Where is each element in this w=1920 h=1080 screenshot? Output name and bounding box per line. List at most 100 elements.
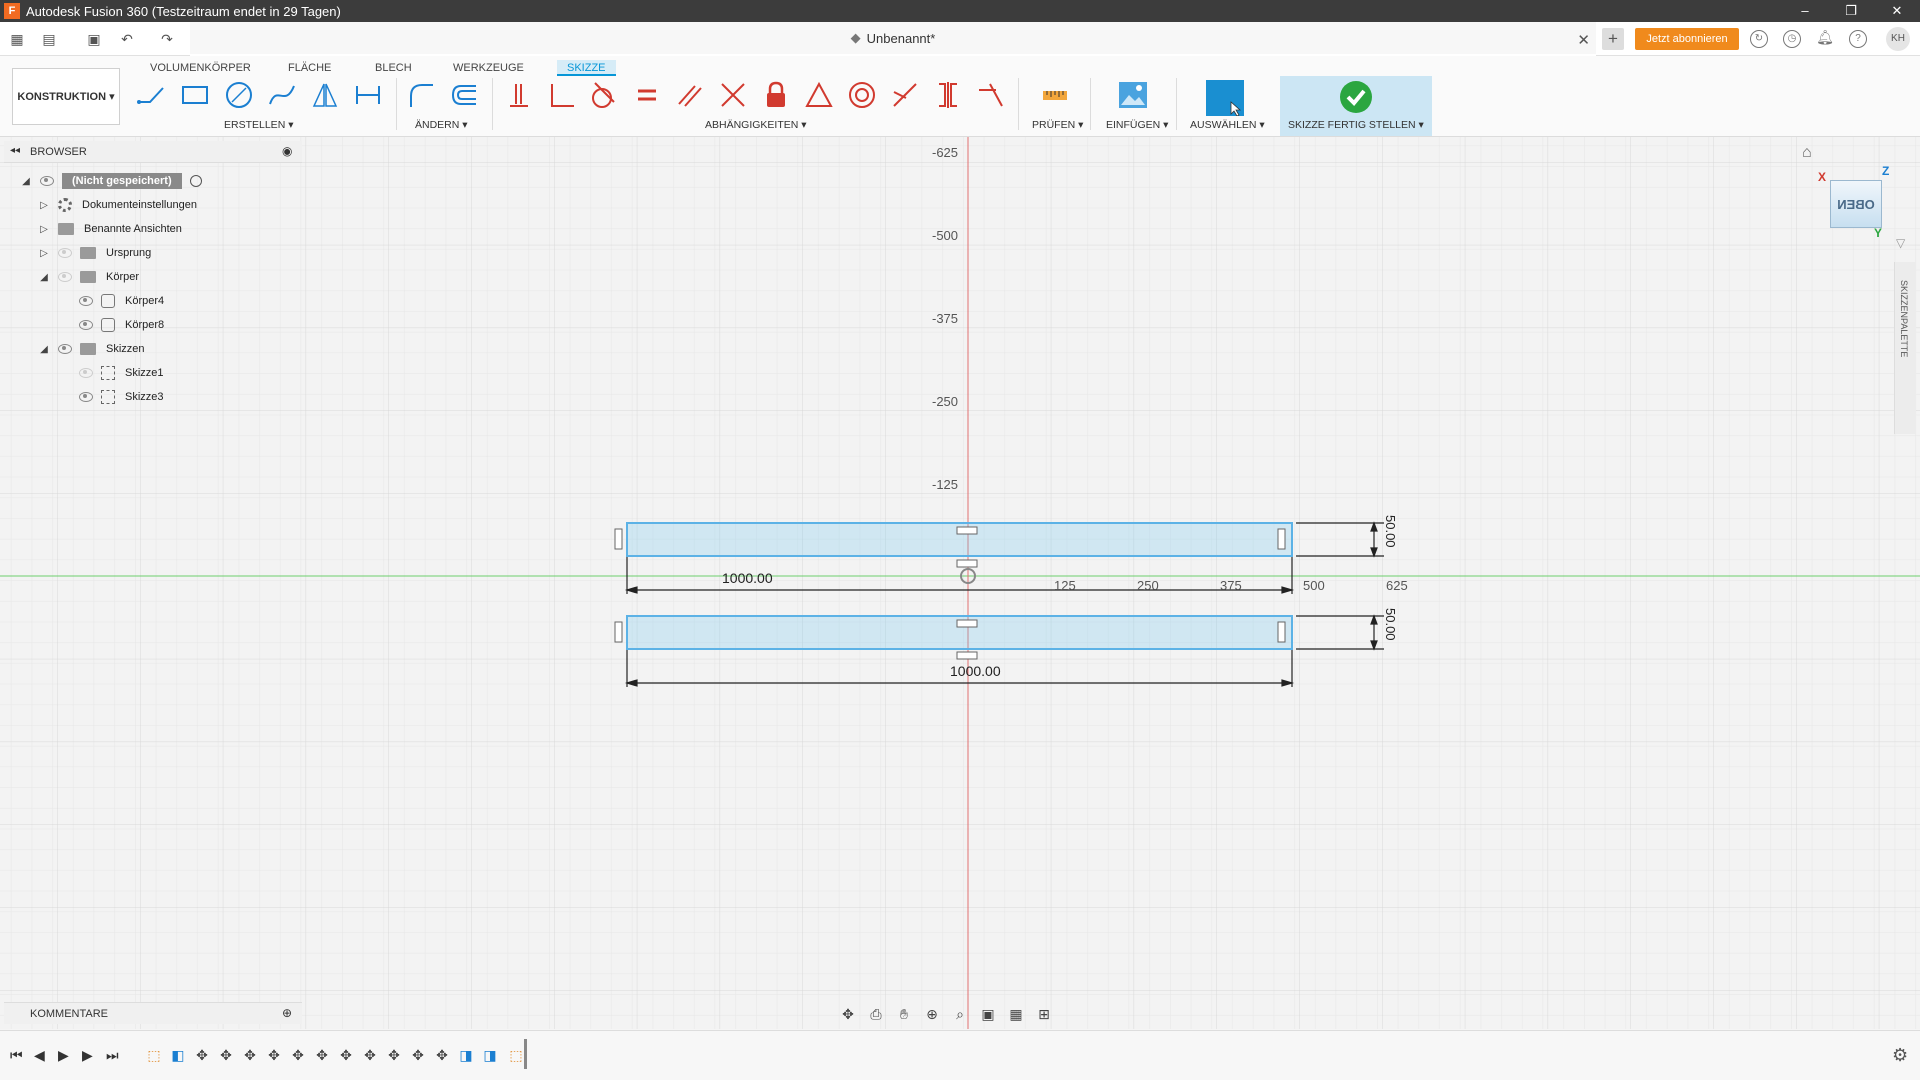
visibility-icon[interactable]	[79, 320, 93, 330]
tab-sheet-metal[interactable]: BLECH	[375, 60, 412, 76]
minimize-button[interactable]: –	[1782, 0, 1828, 22]
restore-button[interactable]: ❐	[1828, 0, 1874, 22]
fillet-tool[interactable]	[404, 78, 438, 112]
dimension-label-height-bottom[interactable]: 50.00	[1383, 608, 1398, 641]
spline-tool[interactable]	[265, 78, 299, 112]
midpoint-constraint[interactable]	[802, 78, 836, 112]
equal-constraint[interactable]	[630, 78, 664, 112]
dimension-tool[interactable]	[351, 78, 385, 112]
offset-tool[interactable]	[447, 78, 481, 112]
collapse-icon[interactable]: ◢	[38, 343, 50, 355]
undo-icon[interactable]: ↶	[118, 30, 136, 48]
workspace-switcher[interactable]: KONSTRUKTION ▾	[12, 68, 120, 125]
visibility-icon[interactable]	[40, 176, 54, 186]
perpendicular-constraint[interactable]	[716, 78, 750, 112]
tree-item-named-views[interactable]: ▷ Benannte Ansichten	[38, 218, 182, 240]
timeline-move-icon[interactable]: ✥	[193, 1046, 211, 1064]
parallel-constraint[interactable]	[673, 78, 707, 112]
extensions-icon[interactable]: ↻	[1750, 30, 1768, 48]
horizontal-vertical-constraint[interactable]	[502, 78, 536, 112]
close-document-button[interactable]: ✕	[1577, 31, 1590, 49]
timeline-move-icon[interactable]: ✥	[241, 1046, 259, 1064]
inspect-group-label[interactable]: PRÜFEN ▾	[1032, 119, 1083, 131]
tree-item-sketch1[interactable]: Skizze1	[79, 362, 164, 384]
redo-icon[interactable]: ↷	[158, 30, 176, 48]
timeline-move-icon[interactable]: ✥	[409, 1046, 427, 1064]
grid-settings-icon[interactable]: ▦	[1004, 1003, 1028, 1025]
fit-icon[interactable]: ⌕	[948, 1003, 972, 1025]
tree-item-body4[interactable]: Körper4	[79, 290, 164, 312]
tree-item-bodies[interactable]: ◢ Körper	[38, 266, 139, 288]
user-avatar[interactable]: KH	[1886, 27, 1910, 51]
viewcube[interactable]: OBEN	[1830, 180, 1882, 228]
finish-sketch-button[interactable]: SKIZZE FERTIG STELLEN ▾	[1280, 76, 1432, 136]
coincident-constraint[interactable]	[545, 78, 579, 112]
create-group-label[interactable]: ERSTELLEN ▾	[224, 119, 293, 131]
measure-tool[interactable]	[1038, 78, 1072, 112]
timeline-combine-icon[interactable]: ◨	[457, 1046, 475, 1064]
modify-group-label[interactable]: ÄNDERN ▾	[415, 119, 468, 131]
curvature-constraint[interactable]	[974, 78, 1008, 112]
pan-icon[interactable]: ✋︎	[892, 1003, 916, 1025]
tab-surface[interactable]: FLÄCHE	[288, 60, 331, 76]
tab-sketch[interactable]: SKIZZE	[557, 60, 616, 76]
sketch-palette-collapsed[interactable]: SKIZZENPALETTE	[1894, 262, 1916, 434]
new-tab-button[interactable]: +	[1602, 28, 1624, 50]
activate-component-icon[interactable]	[189, 175, 202, 187]
go-to-end-icon[interactable]: ⏭	[106, 1047, 119, 1064]
timeline-move-icon[interactable]: ✥	[361, 1046, 379, 1064]
timeline-combine-icon[interactable]: ◨	[481, 1046, 499, 1064]
fix-constraint[interactable]	[759, 78, 793, 112]
timeline-move-icon[interactable]: ✥	[433, 1046, 451, 1064]
insert-group-label[interactable]: EINFÜGEN ▾	[1106, 119, 1168, 131]
tree-item-origin[interactable]: ▷ Ursprung	[38, 242, 151, 264]
tree-item-body8[interactable]: Körper8	[79, 314, 164, 336]
tree-item-document-settings[interactable]: ▷ Dokumenteinstellungen	[38, 194, 197, 216]
browser-options-icon[interactable]: ◉	[282, 144, 292, 158]
select-tool[interactable]	[1206, 80, 1244, 117]
constraints-group-label[interactable]: ABHÄNGIGKEITEN ▾	[705, 119, 807, 131]
symmetry-constraint[interactable]	[931, 78, 965, 112]
document-tab[interactable]: ◆ Unbenannt* ✕	[190, 22, 1596, 56]
timeline-move-icon[interactable]: ✥	[337, 1046, 355, 1064]
step-forward-icon[interactable]: ▶	[82, 1047, 93, 1064]
tab-solid[interactable]: VOLUMENKÖRPER	[150, 60, 251, 76]
line-tool[interactable]	[134, 78, 168, 112]
zoom-icon[interactable]: ⊕	[920, 1003, 944, 1025]
timeline-move-icon[interactable]: ✥	[313, 1046, 331, 1064]
timeline-marker[interactable]	[524, 1039, 527, 1069]
dimension-label-width-bottom[interactable]: 1000.00	[950, 663, 1001, 679]
collapse-icon[interactable]: ◢	[38, 271, 50, 283]
visibility-icon[interactable]	[58, 248, 72, 258]
visibility-icon[interactable]	[58, 344, 72, 354]
notifications-icon[interactable]: 🔔︎	[1816, 30, 1834, 48]
timeline-sketch-icon[interactable]: ⬚	[145, 1046, 163, 1064]
look-at-icon[interactable]: ⎙	[864, 1003, 888, 1025]
concentric-constraint[interactable]	[845, 78, 879, 112]
add-comment-icon[interactable]: ⊕	[282, 1006, 292, 1020]
file-menu-icon[interactable]: ▤	[40, 30, 58, 48]
tangent-constraint[interactable]	[585, 78, 619, 112]
timeline-extrude-icon[interactable]: ◧	[169, 1046, 187, 1064]
tree-root[interactable]: ◢ (Nicht gespeichert)	[20, 170, 202, 192]
visibility-icon[interactable]	[79, 296, 93, 306]
tree-item-sketch3[interactable]: Skizze3	[79, 386, 164, 408]
timeline-settings-gear-icon[interactable]: ⚙	[1892, 1045, 1908, 1066]
orbit-icon[interactable]: ✥	[836, 1003, 860, 1025]
visibility-icon[interactable]	[79, 368, 93, 378]
collapse-icon[interactable]: ◢	[20, 175, 32, 187]
viewcube-menu-icon[interactable]: ▽	[1896, 236, 1905, 250]
timeline-move-icon[interactable]: ✥	[265, 1046, 283, 1064]
mirror-tool[interactable]	[308, 78, 342, 112]
tree-item-sketches[interactable]: ◢ Skizzen	[38, 338, 145, 360]
rectangle-tool[interactable]	[178, 78, 212, 112]
expand-icon[interactable]: ▷	[38, 223, 50, 235]
close-window-button[interactable]: ✕	[1874, 0, 1920, 22]
expand-icon[interactable]: ▷	[38, 247, 50, 259]
display-settings-icon[interactable]: ▣	[976, 1003, 1000, 1025]
play-icon[interactable]: ▶	[58, 1047, 69, 1064]
dimension-label-height-top[interactable]: 50.00	[1383, 515, 1398, 548]
expand-icon[interactable]: ▷	[38, 199, 50, 211]
job-status-icon[interactable]: ◷	[1783, 30, 1801, 48]
go-to-start-icon[interactable]: ⏮	[10, 1047, 23, 1064]
